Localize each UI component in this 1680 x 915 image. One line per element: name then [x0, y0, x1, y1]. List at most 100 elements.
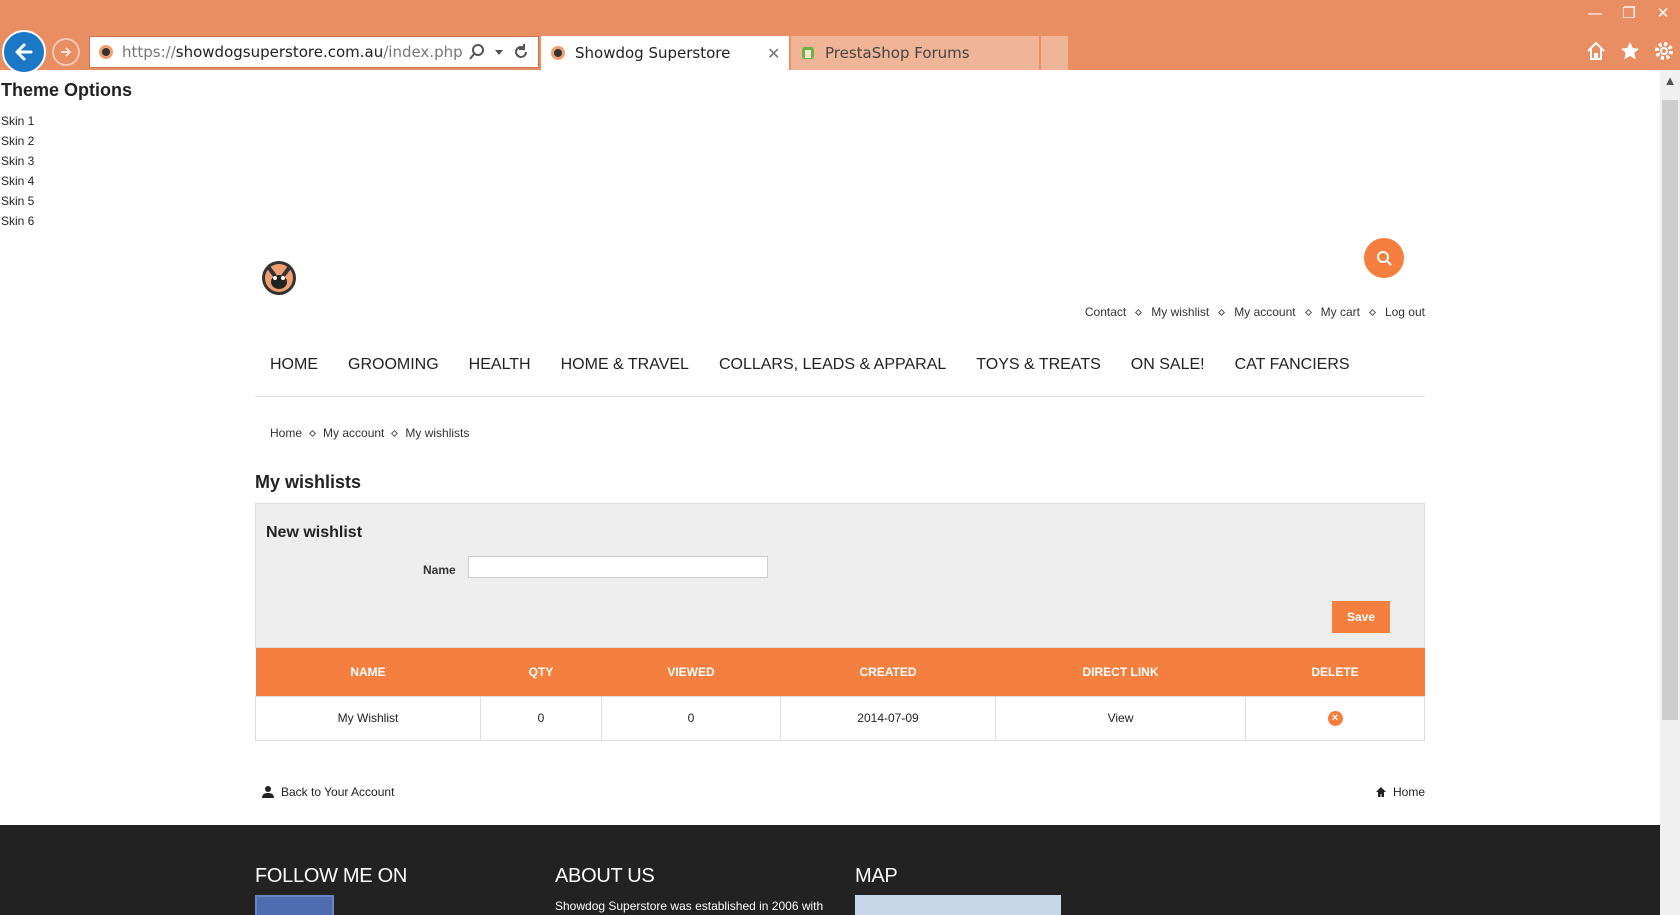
- my-wishlist-link[interactable]: My wishlist: [1151, 305, 1209, 319]
- nav-item-collars[interactable]: COLLARS, LEADS & APPARAL: [704, 357, 961, 395]
- arrow-right-icon: [61, 47, 72, 57]
- restore-button[interactable]: ❐: [1612, 0, 1646, 26]
- table-row: My Wishlist 0 0 2014-07-09 View ×: [255, 695, 1425, 741]
- tab-prestashop-forums[interactable]: PrestaShop Forums: [791, 36, 1039, 70]
- new-tab-button[interactable]: [1041, 36, 1068, 70]
- separator: [1135, 308, 1143, 316]
- qty-cell: 0: [480, 695, 602, 741]
- home-icon: [1375, 787, 1386, 797]
- favorites-star-icon[interactable]: [1618, 38, 1642, 64]
- back-button[interactable]: [2, 30, 46, 74]
- column-header: VIEWED: [601, 648, 781, 696]
- site-favicon: [99, 45, 113, 59]
- search-button[interactable]: [1364, 238, 1404, 278]
- nav-item-health[interactable]: HEALTH: [454, 357, 546, 395]
- separator: [391, 429, 399, 437]
- column-header: CREATED: [780, 648, 996, 696]
- back-to-account-link[interactable]: Back to Your Account: [261, 785, 394, 799]
- address-tools: [468, 43, 530, 61]
- new-wishlist-heading: New wishlist: [266, 524, 363, 541]
- home-link[interactable]: Home: [1375, 785, 1425, 799]
- my-account-link[interactable]: My account: [1234, 305, 1295, 319]
- arrow-left-icon: [15, 43, 33, 61]
- nav-item-toys-treats[interactable]: TOYS & TREATS: [961, 357, 1115, 395]
- web-page: Theme Options Skin 1 Skin 2 Skin 3 Skin …: [0, 70, 1660, 915]
- skin-option[interactable]: Skin 6: [1, 211, 132, 231]
- scrollbar-thumb[interactable]: [1662, 100, 1678, 720]
- skin-option[interactable]: Skin 2: [1, 131, 132, 151]
- facebook-widget[interactable]: [255, 895, 334, 915]
- theme-options-title: Theme Options: [1, 80, 133, 100]
- tab-showdog-superstore[interactable]: Showdog Superstore ✕: [541, 36, 789, 70]
- site-footer: FOLLOW ME ON ABOUT US Showdog Superstore…: [0, 825, 1660, 915]
- view-link[interactable]: View: [995, 695, 1246, 741]
- theme-options-panel: Theme Options Skin 1 Skin 2 Skin 3 Skin …: [1, 80, 132, 231]
- wishlist-name-cell: My Wishlist: [255, 695, 481, 741]
- search-icon[interactable]: [468, 43, 486, 61]
- column-header: NAME: [255, 648, 481, 696]
- search-icon: [1377, 251, 1392, 266]
- delete-icon[interactable]: ×: [1327, 711, 1343, 726]
- delete-cell: ×: [1245, 695, 1425, 741]
- settings-gear-icon[interactable]: [1652, 38, 1676, 64]
- dropdown-icon[interactable]: [494, 47, 504, 57]
- close-tab-icon[interactable]: ✕: [767, 44, 789, 63]
- address-bar[interactable]: https://showdogsuperstore.com.au/index.p…: [89, 36, 539, 68]
- browser-chrome: — ❐ ✕ https://showdogsuperstore.com.au/i…: [0, 0, 1680, 74]
- column-header: DELETE: [1245, 648, 1425, 696]
- nav-item-grooming[interactable]: GROOMING: [333, 357, 454, 395]
- separator: [1368, 308, 1376, 316]
- window-controls: — ❐ ✕: [1578, 0, 1680, 26]
- about-us-title: ABOUT US: [555, 865, 655, 887]
- skin-option[interactable]: Skin 1: [1, 111, 132, 131]
- nav-item-cat-fanciers[interactable]: CAT FANCIERS: [1220, 357, 1365, 395]
- skin-option[interactable]: Skin 5: [1, 191, 132, 211]
- column-header: QTY: [480, 648, 602, 696]
- follow-me-title: FOLLOW ME ON: [255, 865, 407, 887]
- created-cell: 2014-07-09: [780, 695, 996, 741]
- nav-item-home[interactable]: HOME: [255, 357, 333, 395]
- header-top-links: Contact My wishlist My account My cart L…: [1085, 305, 1425, 319]
- my-cart-link[interactable]: My cart: [1321, 305, 1360, 319]
- tab-title: Showdog Superstore: [575, 44, 731, 62]
- forward-button[interactable]: [52, 38, 80, 66]
- column-header: DIRECT LINK: [995, 648, 1246, 696]
- home-link-label: Home: [1392, 785, 1425, 799]
- breadcrumb: Home My account My wishlists: [270, 426, 469, 440]
- name-label: Name: [423, 563, 456, 577]
- separator: [308, 429, 317, 437]
- viewed-cell: 0: [601, 695, 781, 741]
- breadcrumb-current: My wishlists: [405, 426, 470, 440]
- home-icon[interactable]: [1584, 38, 1608, 64]
- page-scrollbar[interactable]: ▲: [1660, 70, 1680, 915]
- main-navigation: HOME GROOMING HEALTH HOME & TRAVEL COLLA…: [255, 357, 1425, 397]
- skin-option[interactable]: Skin 3: [1, 151, 132, 171]
- separator: [1218, 308, 1226, 316]
- nav-item-home-travel[interactable]: HOME & TRAVEL: [546, 357, 704, 395]
- new-wishlist-form: New wishlist Name Save: [255, 503, 1425, 648]
- log-out-link[interactable]: Log out: [1385, 305, 1425, 319]
- nav-item-on-sale[interactable]: ON SALE!: [1116, 357, 1220, 395]
- wishlist-table: NAME QTY VIEWED CREATED DIRECT LINK DELE…: [255, 648, 1425, 741]
- scroll-up-icon[interactable]: ▲: [1660, 70, 1680, 90]
- breadcrumb-home[interactable]: Home: [270, 426, 302, 440]
- tab-title: PrestaShop Forums: [825, 44, 970, 62]
- back-to-account-label: Back to Your Account: [281, 785, 395, 799]
- save-button[interactable]: Save: [1332, 601, 1390, 633]
- map-title: MAP: [855, 865, 898, 887]
- breadcrumb-my-account[interactable]: My account: [323, 426, 384, 440]
- window-close-button[interactable]: ✕: [1646, 0, 1680, 26]
- map-widget[interactable]: [855, 895, 1061, 915]
- separator: [1304, 308, 1312, 316]
- prestashop-favicon: [802, 47, 814, 59]
- browser-toolbar-icons: [1584, 38, 1676, 64]
- page-title: My wishlists: [255, 472, 362, 492]
- minimize-button[interactable]: —: [1578, 0, 1612, 26]
- skin-option[interactable]: Skin 4: [1, 171, 132, 191]
- contact-link[interactable]: Contact: [1085, 305, 1126, 319]
- store-logo[interactable]: [261, 260, 297, 296]
- about-us-text: Showdog Superstore was established in 20…: [555, 899, 824, 913]
- address-url[interactable]: https://showdogsuperstore.com.au/index.p…: [122, 43, 462, 61]
- wishlist-name-input[interactable]: [468, 556, 768, 578]
- refresh-icon[interactable]: [512, 43, 530, 61]
